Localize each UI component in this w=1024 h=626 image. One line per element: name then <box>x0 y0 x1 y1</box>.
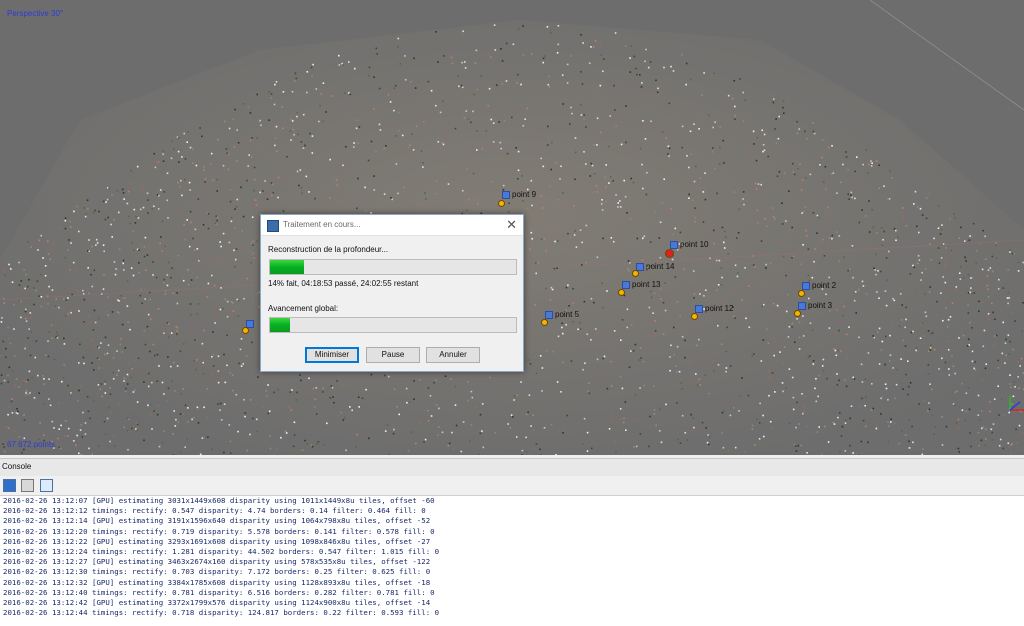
log-line: 2016-02-26 13:12:22 [GPU] estimating 329… <box>3 536 431 546</box>
log-line: 2016-02-26 13:12:30 timings: rectify: 0.… <box>3 567 431 577</box>
log-line: 2016-02-26 13:12:20 timings: rectify: 0.… <box>3 526 435 536</box>
console-toolbar <box>0 476 1024 496</box>
close-icon[interactable]: ✕ <box>506 217 517 233</box>
stage-progress-bar <box>269 259 517 275</box>
minimize-button[interactable]: Minimiser <box>305 347 359 363</box>
marker-point-10[interactable]: point 10 <box>665 240 708 258</box>
log-line: 2016-02-26 13:12:32 [GPU] estimating 338… <box>3 577 431 587</box>
3d-viewport[interactable]: Perspective 30° 67 672 points point 9 po… <box>0 0 1024 455</box>
log-line: 2016-02-26 13:12:12 timings: rectify: 0.… <box>3 506 426 516</box>
stage-label: Reconstruction de la profondeur... <box>268 245 389 254</box>
flag-icon <box>798 301 806 310</box>
flag-icon <box>670 240 678 249</box>
pause-button[interactable]: Pause <box>366 347 420 363</box>
perspective-label: Perspective 30° <box>7 9 64 18</box>
marker-point-left[interactable] <box>242 319 256 334</box>
point-dot <box>798 290 805 297</box>
point-dot <box>632 270 639 277</box>
app-icon <box>267 220 279 232</box>
console-panel-header: Console <box>0 458 1024 477</box>
cancel-button[interactable]: Annuler <box>426 347 480 363</box>
log-line: 2016-02-26 13:12:07 [GPU] estimating 303… <box>3 496 435 505</box>
log-line: 2016-02-26 13:12:14 [GPU] estimating 319… <box>3 516 431 526</box>
flag-icon <box>695 304 703 313</box>
log-line: 2016-02-26 13:12:27 [GPU] estimating 346… <box>3 557 431 567</box>
dialog-title: Traitement en cours... <box>283 220 361 229</box>
point-dot <box>541 319 548 326</box>
marker-point-13[interactable]: point 13 <box>618 280 660 296</box>
flag-icon <box>545 310 553 319</box>
point-dot <box>618 289 625 296</box>
log-line: 2016-02-26 13:12:40 timings: rectify: 0.… <box>3 587 435 597</box>
dialog-titlebar[interactable]: Traitement en cours... ✕ <box>261 215 523 236</box>
flag-icon <box>502 190 510 199</box>
point-dot <box>691 313 698 320</box>
marker-point-9[interactable]: point 9 <box>498 190 536 207</box>
marker-point-2[interactable]: point 2 <box>798 281 836 297</box>
global-progress-label: Avancement global: <box>268 304 339 313</box>
marker-point-5[interactable]: point 5 <box>541 310 579 326</box>
save-icon[interactable] <box>3 479 16 492</box>
log-line: 2016-02-26 13:12:24 timings: rectify: 1.… <box>3 547 440 557</box>
marker-point-14[interactable]: point 14 <box>632 262 674 277</box>
clear-icon[interactable] <box>40 479 53 492</box>
point-dot <box>665 249 674 258</box>
point-count-label: 67 672 points <box>7 440 56 449</box>
marker-point-3[interactable]: point 3 <box>794 301 832 317</box>
point-dot <box>498 200 505 207</box>
log-line: 2016-02-26 13:12:44 timings: rectify: 0.… <box>3 608 440 618</box>
stage-status-text: 14% fait, 04:18:53 passé, 24:02:55 resta… <box>268 279 419 288</box>
point-dot <box>242 327 249 334</box>
marker-point-12[interactable]: point 12 <box>691 304 733 320</box>
log-line: 2016-02-26 13:12:42 [GPU] estimating 337… <box>3 598 431 608</box>
global-progress-bar <box>269 317 517 333</box>
console-log[interactable]: 2016-02-26 13:12:07 [GPU] estimating 303… <box>0 496 1024 626</box>
global-progress-fill <box>270 318 290 332</box>
flag-icon <box>802 281 810 290</box>
stage-progress-fill <box>270 260 305 274</box>
point-dot <box>794 310 801 317</box>
copy-icon[interactable] <box>21 479 34 492</box>
flag-icon <box>622 280 630 289</box>
progress-dialog: Traitement en cours... ✕ Reconstruction … <box>260 214 524 372</box>
console-title: Console <box>2 462 32 471</box>
